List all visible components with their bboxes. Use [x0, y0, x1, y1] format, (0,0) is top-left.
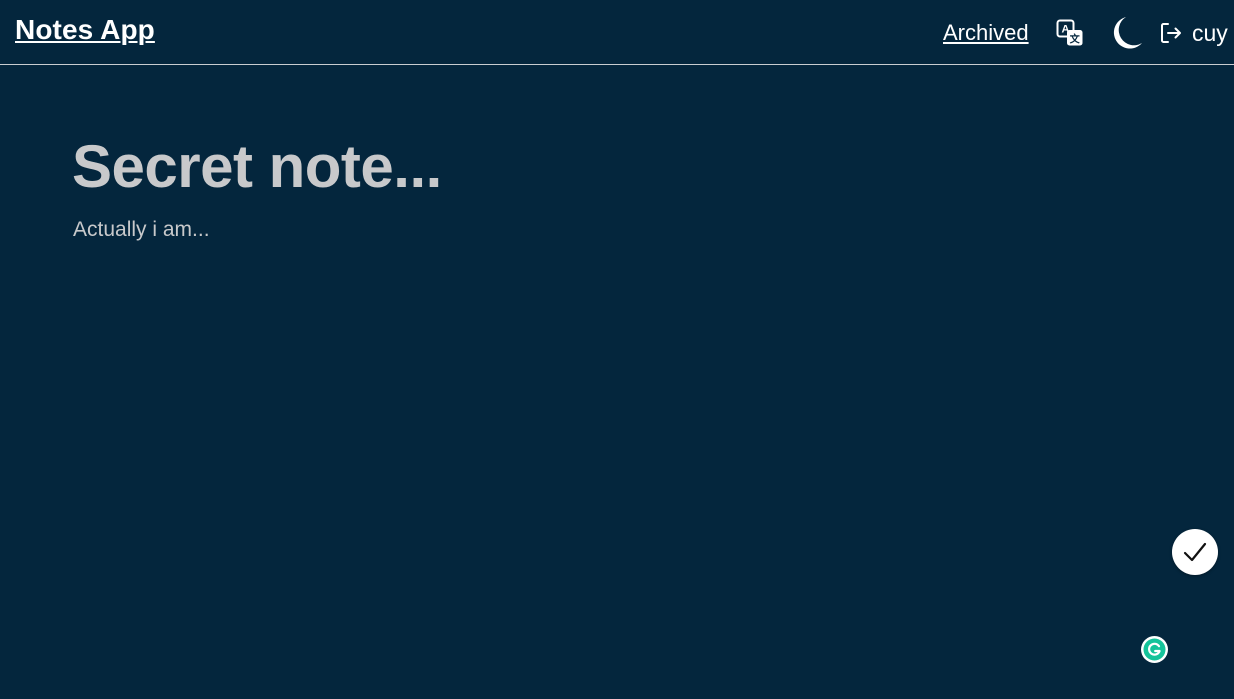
translate-button[interactable]: A 文 — [1056, 19, 1084, 47]
theme-toggle-button[interactable] — [1110, 15, 1144, 51]
save-note-button[interactable] — [1172, 529, 1218, 575]
grammarly-icon — [1141, 636, 1168, 663]
note-title: Secret note... — [72, 133, 442, 200]
moon-icon — [1113, 17, 1142, 49]
grammarly-button[interactable] — [1140, 635, 1169, 664]
logout-icon — [1161, 23, 1181, 43]
notes-app: Notes App Archived A 文 cuy Secret note..… — [0, 0, 1234, 699]
logout-button[interactable]: cuy — [1159, 20, 1228, 46]
user-name: cuy — [1192, 19, 1228, 46]
brand-link[interactable]: Notes App — [15, 14, 155, 46]
app-header: Notes App Archived A 文 cuy — [0, 0, 1234, 65]
archived-link[interactable]: Archived — [943, 20, 1029, 46]
translate-icon: A 文 — [1056, 19, 1083, 46]
note-body: Actually i am... — [73, 218, 210, 241]
check-icon — [1183, 542, 1207, 562]
svg-text:文: 文 — [1070, 33, 1081, 46]
